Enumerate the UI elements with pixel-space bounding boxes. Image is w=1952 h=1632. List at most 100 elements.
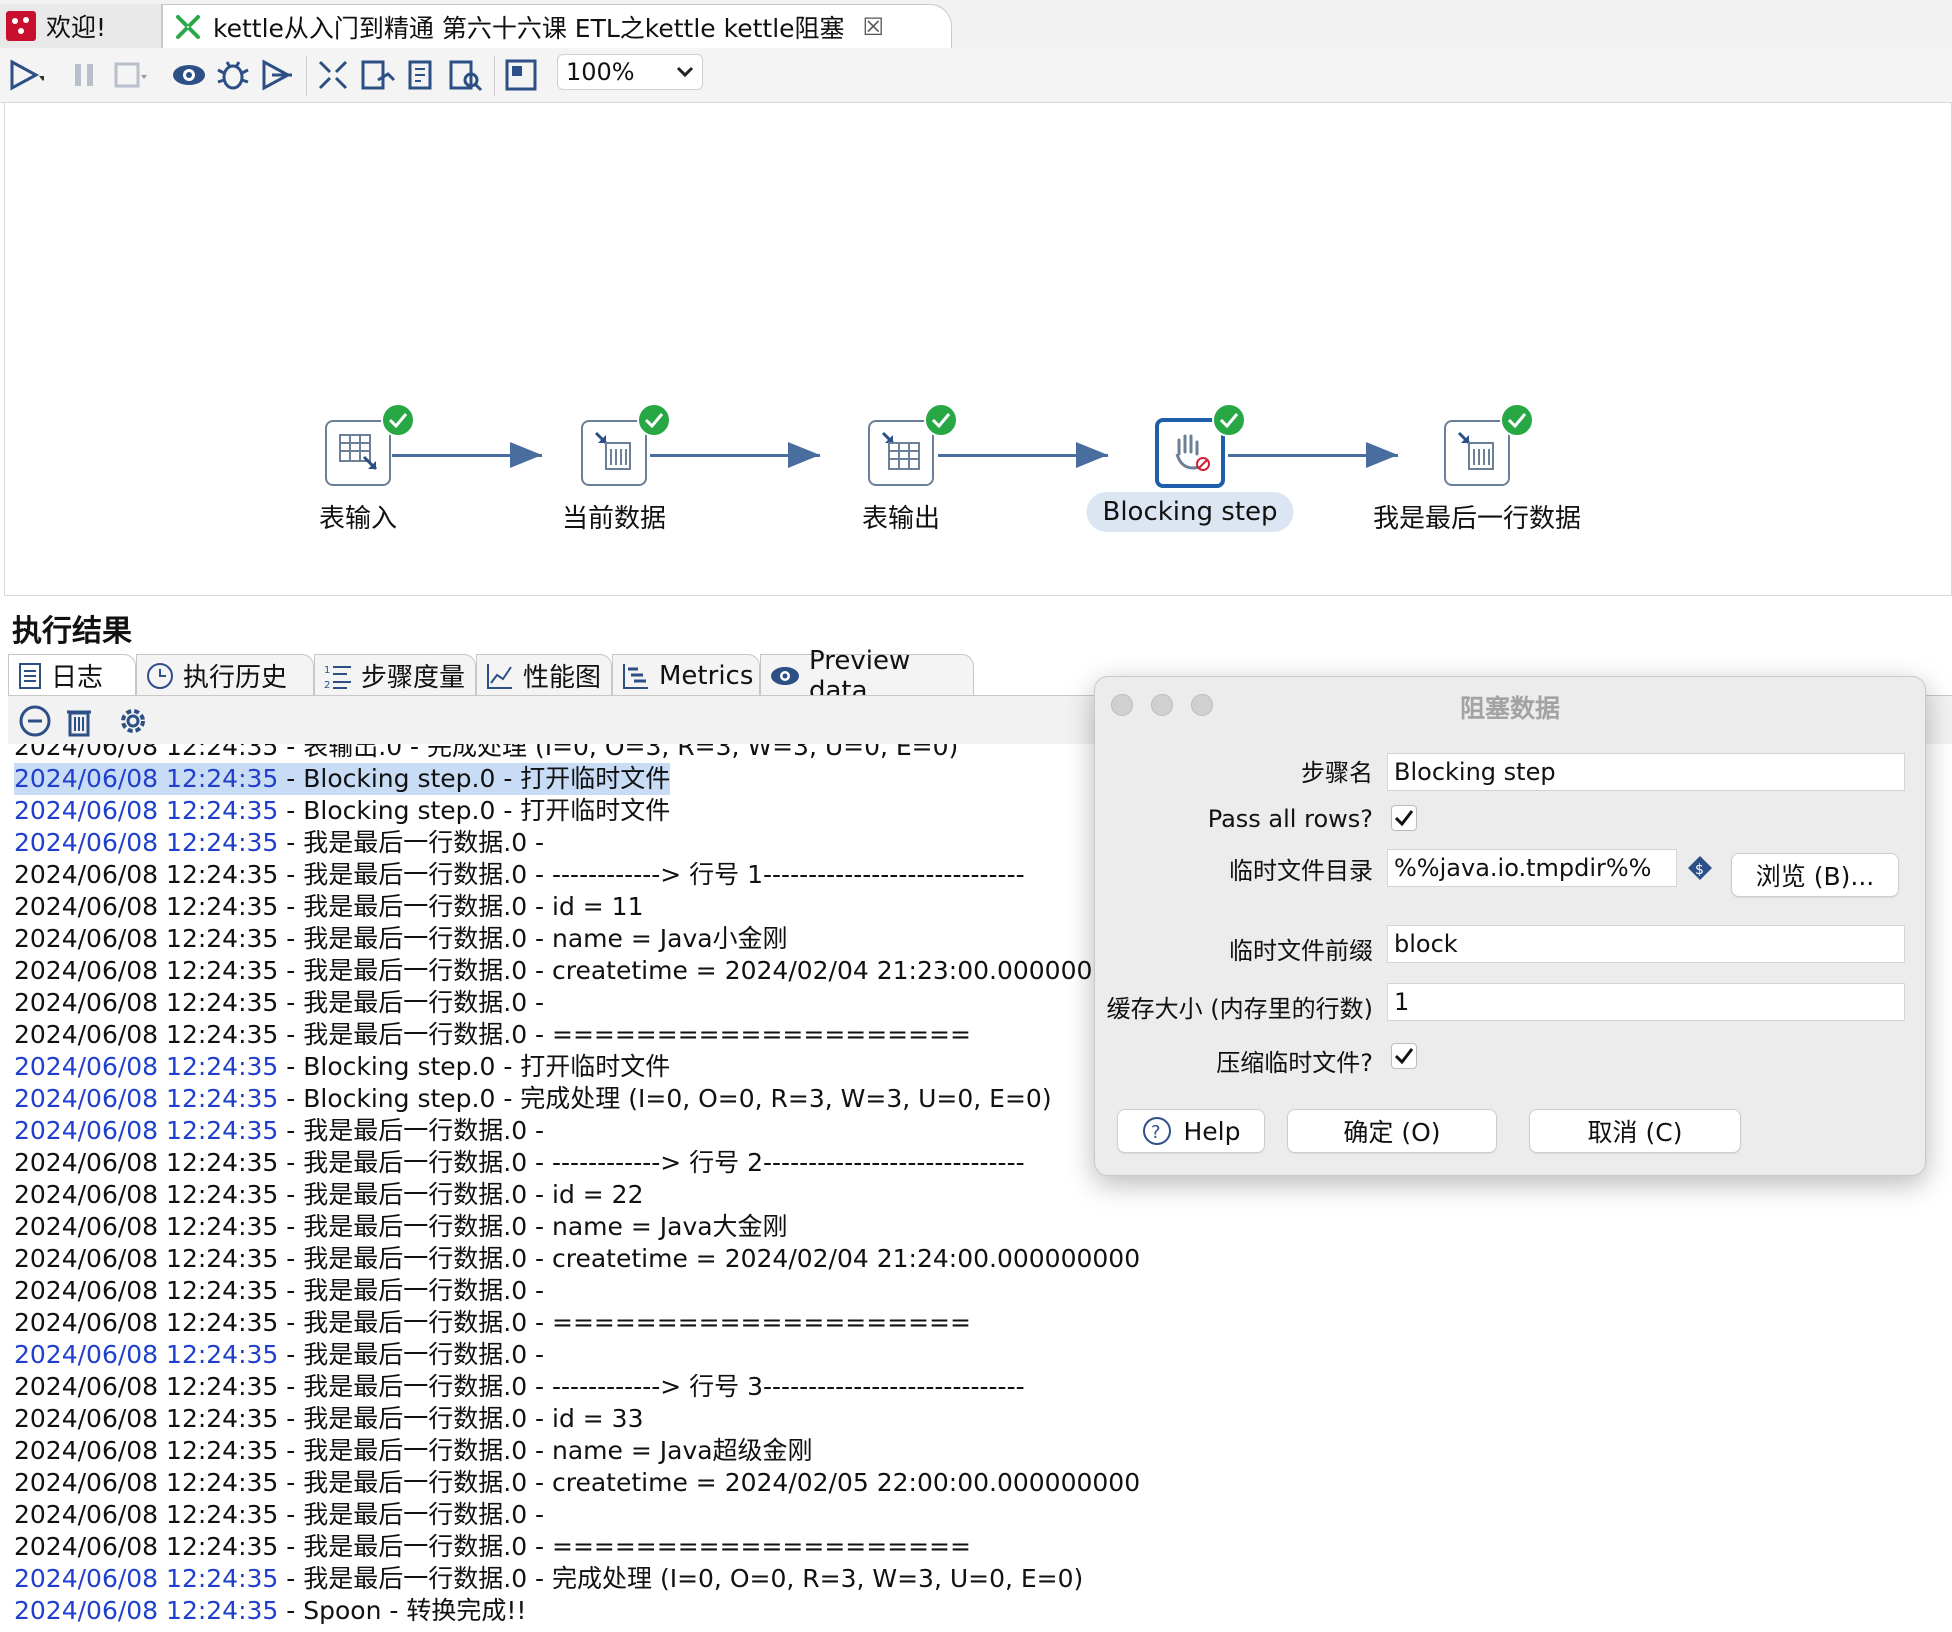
tab-welcome[interactable]: 欢迎!: [0, 4, 162, 48]
zoom-value: 100%: [566, 58, 635, 86]
log-line: 2024/06/08 12:24:35 - 我是最后一行数据.0 - id = …: [14, 1404, 644, 1433]
zoom-select[interactable]: 100%: [557, 54, 703, 90]
clear-log-icon[interactable]: [18, 704, 52, 738]
tab-transformation[interactable]: kettle从入门到精通 第六十六课 ETL之kettle kettle阻塞 ☒: [162, 4, 952, 48]
toolbar-separator: [306, 56, 307, 96]
log-line: 2024/06/08 12:24:35 - 我是最后一行数据.0 - -----…: [14, 1372, 1025, 1401]
tab-welcome-label: 欢迎!: [46, 13, 107, 42]
help-button[interactable]: ? Help: [1117, 1109, 1265, 1153]
pause-icon[interactable]: [66, 56, 104, 94]
log-line: 2024/06/08 12:24:35 - 我是最后一行数据.0 - name …: [14, 924, 788, 953]
log-line: 2024/06/08 12:24:35 - 我是最后一行数据.0 - creat…: [14, 1244, 1141, 1273]
log-line: 2024/06/08 12:24:35 - 我是最后一行数据.0 - id = …: [14, 1180, 644, 1209]
verify-icon[interactable]: [314, 56, 352, 94]
editor-tab-bar: 欢迎! kettle从入门到精通 第六十六课 ETL之kettle kettle…: [0, 0, 1952, 49]
log-line: 2024/06/08 12:24:35 - 我是最后一行数据.0 -: [14, 1500, 553, 1529]
numbered-list-icon: 12: [323, 661, 353, 691]
log-line: 2024/06/08 12:24:35 - 我是最后一行数据.0 - =====…: [14, 1532, 971, 1561]
clock-icon: [145, 661, 175, 691]
step-current-data[interactable]: [581, 420, 647, 486]
log-line: 2024/06/08 12:24:35 - 我是最后一行数据.0 -: [14, 828, 553, 857]
temp-dir-field[interactable]: [1387, 849, 1677, 887]
log-line: 2024/06/08 12:24:35 - 我是最后一行数据.0 -: [14, 1116, 553, 1145]
help-button-label: Help: [1183, 1116, 1241, 1146]
log-line: 2024/06/08 12:24:35 - Blocking step.0 - …: [14, 1052, 671, 1081]
hop-arrow-icon: [1366, 442, 1398, 468]
log-line: 2024/06/08 12:24:35 - 我是最后一行数据.0 -: [14, 1340, 553, 1369]
temp-dir-label: 临时文件目录: [1229, 857, 1373, 885]
toolbar-separator: [494, 56, 495, 96]
success-check-icon: [924, 403, 958, 437]
cache-size-label: 缓存大小 (内存里的行数): [1106, 995, 1373, 1023]
cache-size-field[interactable]: [1387, 983, 1905, 1021]
trash-icon[interactable]: [62, 704, 96, 738]
svg-text:?: ?: [1151, 1122, 1161, 1143]
log-line: 2024/06/08 12:24:35 - 我是最后一行数据.0 - -----…: [14, 1148, 1025, 1177]
tab-step-metrics-label: 步骤度量: [361, 663, 466, 693]
temp-prefix-label: 临时文件前缀: [1229, 937, 1373, 965]
tab-transformation-label: kettle从入门到精通 第六十六课 ETL之kettle kettle阻塞: [213, 13, 845, 43]
chevron-down-icon[interactable]: [670, 57, 700, 87]
variable-icon[interactable]: $: [1687, 855, 1713, 885]
step-name-label: 步骤名: [1301, 759, 1373, 787]
close-tab-icon[interactable]: ☒: [863, 13, 885, 41]
write-to-log-icon: [592, 429, 636, 477]
tab-history-label: 执行历史: [183, 663, 288, 693]
transformation-canvas[interactable]: [4, 102, 1952, 596]
tab-log[interactable]: 日志: [8, 654, 136, 696]
help-icon: ?: [1142, 1116, 1172, 1146]
log-line: 2024/06/08 12:24:35 - 我是最后一行数据.0 -: [14, 988, 553, 1017]
step-name-field[interactable]: [1387, 753, 1905, 791]
settings-gear-icon[interactable]: [116, 704, 150, 738]
log-line: 2024/06/08 12:24:35 - Spoon - 转换完成!!: [14, 1596, 527, 1625]
stop-icon[interactable]: [110, 56, 148, 94]
svg-text:$: $: [1695, 862, 1704, 878]
debug-icon[interactable]: [214, 56, 252, 94]
log-line: 2024/06/08 12:24:35 - 表输出.0 - 完成处理 (I=0,…: [14, 744, 959, 761]
compress-checkbox[interactable]: [1391, 1043, 1417, 1069]
results-title: 执行结果: [12, 614, 132, 649]
tab-history[interactable]: 执行历史: [136, 654, 314, 696]
snap-to-grid-icon[interactable]: [502, 56, 540, 94]
replay-icon[interactable]: [258, 56, 296, 94]
browse-button[interactable]: 浏览 (B)...: [1731, 853, 1899, 897]
dialog-title: 阻塞数据: [1459, 694, 1560, 723]
tab-preview-data[interactable]: Preview data: [760, 646, 974, 706]
step-label: 我是最后一行数据: [1372, 504, 1582, 534]
log-line: 2024/06/08 12:24:35 - Blocking step.0 - …: [14, 763, 671, 795]
table-output-icon: [879, 429, 923, 477]
gantt-icon: [621, 661, 651, 691]
svg-text:1: 1: [324, 665, 330, 676]
spoon-logo-icon: [6, 11, 36, 41]
temp-prefix-field[interactable]: [1387, 925, 1905, 963]
run-icon[interactable]: [6, 56, 44, 94]
log-line: 2024/06/08 12:24:35 - 我是最后一行数据.0 - name …: [14, 1436, 813, 1465]
tab-performance-label: 性能图: [523, 663, 602, 693]
ok-button[interactable]: 确定 (O): [1287, 1109, 1497, 1153]
tab-log-label: 日志: [51, 663, 104, 693]
tab-performance[interactable]: 性能图: [476, 654, 612, 696]
analyze-impact-icon[interactable]: [358, 56, 396, 94]
pass-all-rows-label: Pass all rows?: [1207, 805, 1373, 833]
log-line: 2024/06/08 12:24:35 - 我是最后一行数据.0 - =====…: [14, 1020, 971, 1049]
hop-arrow-icon: [510, 442, 542, 468]
log-line: 2024/06/08 12:24:35 - 我是最后一行数据.0 - creat…: [14, 1468, 1141, 1497]
step-label: 表输出: [861, 504, 941, 534]
tab-metrics[interactable]: Metrics: [612, 654, 760, 696]
step-last-row[interactable]: [1444, 420, 1510, 486]
log-line: 2024/06/08 12:24:35 - 我是最后一行数据.0 - 完成处理 …: [14, 1564, 1084, 1593]
hop-arrow-icon: [788, 442, 820, 468]
dialog-titlebar[interactable]: 阻塞数据: [1095, 677, 1925, 733]
pass-all-rows-checkbox[interactable]: [1391, 805, 1417, 831]
step-label-selected: Blocking step: [1086, 492, 1294, 532]
step-table-output[interactable]: [868, 420, 934, 486]
log-line: 2024/06/08 12:24:35 - Blocking step.0 - …: [14, 796, 671, 825]
step-table-input[interactable]: [325, 420, 391, 486]
preview-icon[interactable]: [170, 56, 208, 94]
success-check-icon: [381, 403, 415, 437]
cancel-button[interactable]: 取消 (C): [1529, 1109, 1741, 1153]
explore-db-icon[interactable]: [446, 56, 484, 94]
tab-step-metrics[interactable]: 12 步骤度量: [314, 654, 476, 696]
compress-label: 压缩临时文件?: [1216, 1049, 1373, 1077]
sql-icon[interactable]: [402, 56, 440, 94]
